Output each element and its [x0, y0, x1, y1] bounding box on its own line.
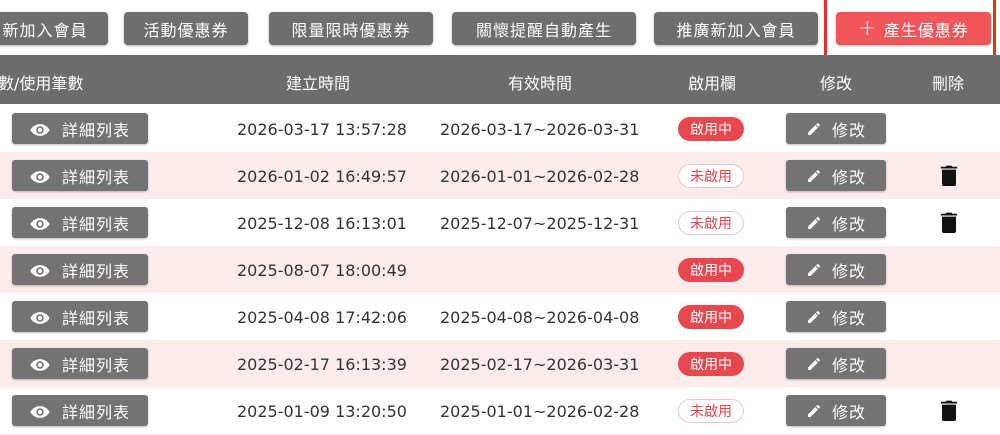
pencil-icon: [806, 168, 822, 184]
detail-list-label: 詳細列表: [61, 120, 130, 140]
coupon-toolbar: 新加入會員 活動優惠券 限量限時優惠券 關懷提醒自動產生 推廣新加入會員 + 產…: [0, 0, 1000, 58]
detail-list-button[interactable]: 詳細列表: [12, 113, 148, 144]
edit-button[interactable]: 修改: [786, 254, 886, 285]
status-badge[interactable]: 啟用中: [678, 305, 744, 329]
header-created: 建立時間: [286, 74, 351, 93]
created-time: 2025-08-07 18:00:49: [237, 261, 407, 280]
edit-button[interactable]: 修改: [786, 113, 886, 144]
eye-icon: [30, 310, 50, 324]
created-time: 2025-01-09 13:20:50: [237, 402, 407, 421]
pencil-icon: [806, 215, 822, 231]
detail-list-button[interactable]: 詳細列表: [12, 160, 148, 191]
status-badge[interactable]: 啟用中: [678, 352, 744, 376]
detail-list-button[interactable]: 詳細列表: [12, 207, 148, 238]
valid-period: 2025-01-01~2026-02-28: [440, 402, 640, 421]
status-badge[interactable]: 啟用中: [678, 258, 744, 282]
header-edit: 修改: [820, 74, 853, 93]
promote-new-member-button[interactable]: 推廣新加入會員: [654, 12, 818, 45]
status-badge[interactable]: 未啟用: [678, 164, 744, 188]
detail-list-label: 詳細列表: [61, 261, 130, 281]
header-count: 數/使用筆數: [0, 74, 84, 93]
care-reminder-button[interactable]: 關懷提醒自動產生: [452, 12, 636, 45]
edit-label: 修改: [831, 167, 866, 187]
pencil-icon: [806, 121, 822, 137]
status-badge[interactable]: 未啟用: [678, 211, 744, 235]
created-time: 2025-02-17 16:13:39: [237, 355, 407, 374]
valid-period: 2025-02-17~2026-03-31: [440, 355, 640, 374]
edit-label: 修改: [831, 214, 866, 234]
eye-icon: [30, 122, 50, 136]
edit-label: 修改: [831, 120, 866, 140]
valid-period: 2026-03-17~2026-03-31: [440, 120, 640, 139]
created-time: 2025-12-08 16:13:01: [237, 214, 407, 233]
new-member-button[interactable]: 新加入會員: [0, 12, 108, 45]
valid-period: 2025-04-08~2026-04-08: [440, 308, 640, 327]
detail-list-button[interactable]: 詳細列表: [12, 395, 148, 426]
event-coupon-button[interactable]: 活動優惠券: [124, 12, 248, 45]
detail-list-button[interactable]: 詳細列表: [12, 254, 148, 285]
detail-list-button[interactable]: 詳細列表: [12, 301, 148, 332]
header-valid: 有效時間: [508, 74, 573, 93]
table-row: 詳細列表 2025-04-08 17:42:06 2025-04-08~2026-0…: [0, 293, 1000, 341]
limited-time-coupon-button[interactable]: 限量限時優惠券: [269, 12, 433, 45]
valid-period: 2025-12-07~2025-12-31: [440, 214, 640, 233]
created-time: 2025-04-08 17:42:06: [237, 308, 407, 327]
edit-button[interactable]: 修改: [786, 160, 886, 191]
table-row: 詳細列表 2026-03-17 13:57:28 2026-03-17~2026-0…: [0, 105, 1000, 153]
edit-label: 修改: [831, 308, 866, 328]
eye-icon: [30, 169, 50, 183]
detail-list-label: 詳細列表: [61, 355, 130, 375]
highlight-annotation-box: [824, 0, 996, 58]
edit-label: 修改: [831, 355, 866, 375]
table-row: 詳細列表 2025-12-08 16:13:01 2025-12-07~2025-1…: [0, 199, 1000, 247]
status-badge[interactable]: 啟用中: [678, 117, 744, 141]
header-delete: 刪除: [932, 74, 965, 93]
pencil-icon: [806, 403, 822, 419]
valid-period: 2026-01-01~2026-02-28: [440, 167, 640, 186]
detail-list-label: 詳細列表: [61, 167, 130, 187]
eye-icon: [30, 263, 50, 277]
pencil-icon: [806, 356, 822, 372]
trash-icon[interactable]: [940, 212, 958, 233]
table-row: 詳細列表 2025-08-07 18:00:49 啟用中 修改: [0, 246, 1000, 294]
eye-icon: [30, 216, 50, 230]
pencil-icon: [806, 262, 822, 278]
trash-icon[interactable]: [940, 165, 958, 186]
detail-list-label: 詳細列表: [61, 214, 130, 234]
detail-list-button[interactable]: 詳細列表: [12, 348, 148, 379]
table-row: 詳細列表 2025-02-17 16:13:39 2025-02-17~2026-0…: [0, 340, 1000, 388]
edit-label: 修改: [831, 402, 866, 422]
created-time: 2026-01-02 16:49:57: [237, 167, 407, 186]
table-row: 詳細列表 2026-01-02 16:49:57 2026-01-01~2026-0…: [0, 152, 1000, 200]
table-header: 數/使用筆數 建立時間 有效時間 啟用欄 修改 刪除: [0, 55, 1000, 104]
edit-button[interactable]: 修改: [786, 301, 886, 332]
created-time: 2026-03-17 13:57:28: [237, 120, 407, 139]
edit-button[interactable]: 修改: [786, 348, 886, 379]
table-row: 詳細列表 2025-01-09 13:20:50 2025-01-01~2026-0…: [0, 387, 1000, 435]
header-enabled: 啟用欄: [688, 74, 737, 93]
edit-label: 修改: [831, 261, 866, 281]
trash-icon[interactable]: [940, 400, 958, 421]
eye-icon: [30, 404, 50, 418]
edit-button[interactable]: 修改: [786, 207, 886, 238]
detail-list-label: 詳細列表: [61, 402, 130, 422]
status-badge[interactable]: 未啟用: [678, 399, 744, 423]
edit-button[interactable]: 修改: [786, 395, 886, 426]
detail-list-label: 詳細列表: [61, 308, 130, 328]
pencil-icon: [806, 309, 822, 325]
eye-icon: [30, 357, 50, 371]
